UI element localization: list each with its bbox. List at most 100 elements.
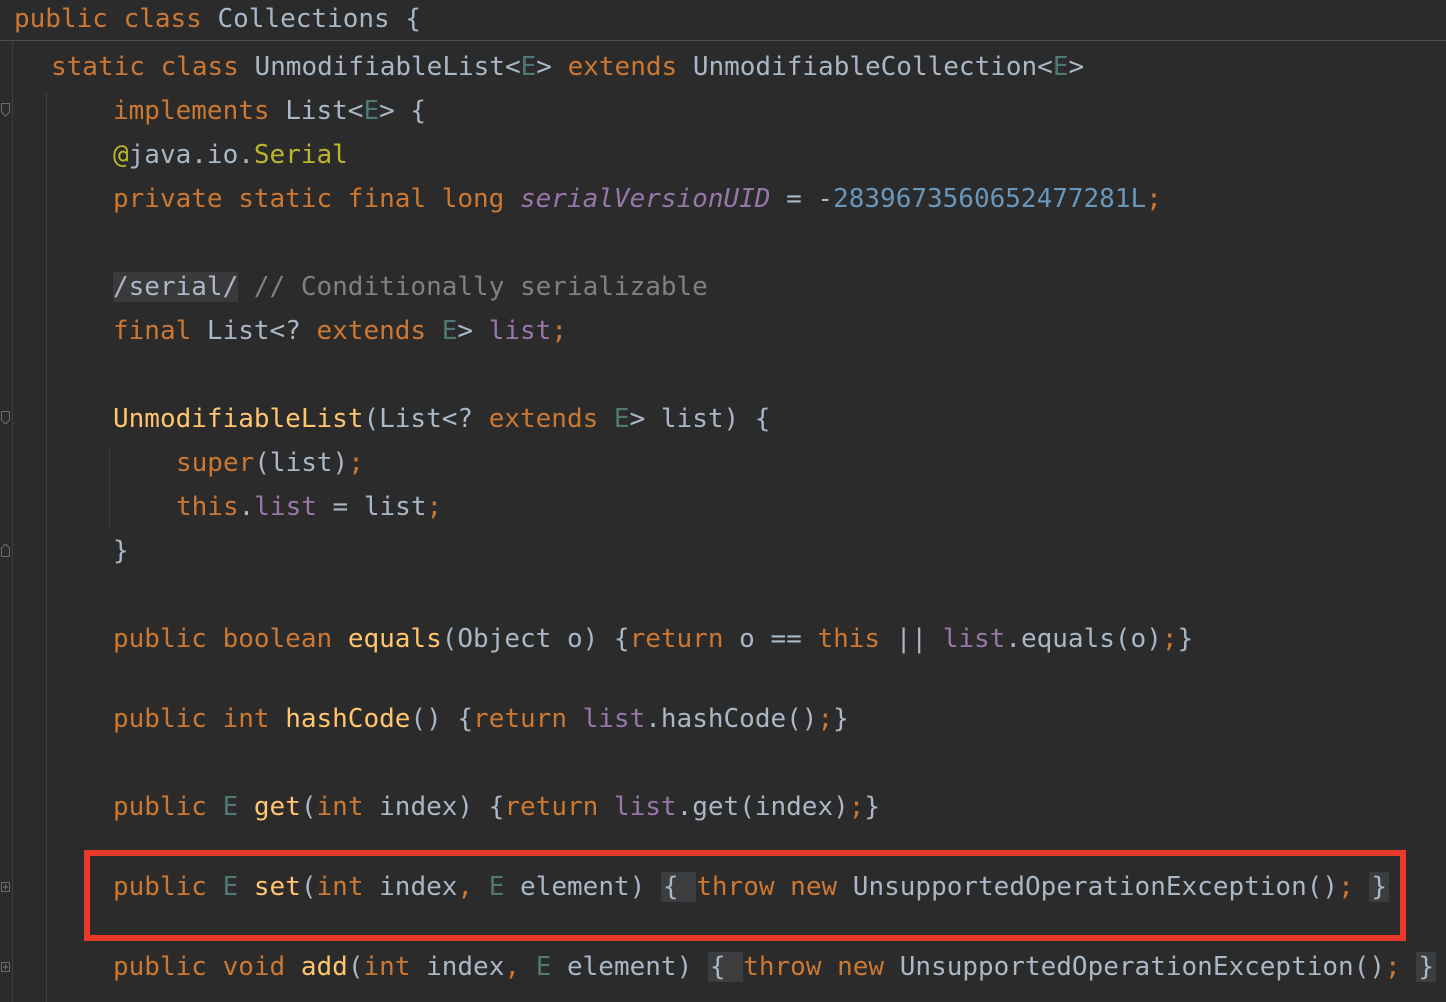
code-token: throw new: [743, 952, 900, 982]
code-token: list: [582, 704, 646, 734]
code-token: (List<?: [363, 404, 489, 434]
code-token: = list: [316, 492, 427, 522]
code-token: E: [1052, 52, 1069, 82]
code-token: .hashCode(): [645, 704, 818, 734]
code-line[interactable]: private static final long serialVersionU…: [113, 184, 1162, 214]
code-token: ;: [1385, 952, 1417, 982]
code-token: .: [238, 492, 255, 522]
fold-marker-icon[interactable]: [1, 103, 10, 117]
code-token: ;: [1161, 624, 1178, 654]
sticky-header-separator: [0, 40, 1446, 41]
fold-expand-icon[interactable]: [1, 880, 10, 894]
code-token: }: [864, 792, 881, 822]
code-token: hashCode: [285, 704, 411, 734]
code-token: E: [222, 792, 254, 822]
code-token: o ==: [739, 624, 818, 654]
code-token: get: [253, 792, 301, 822]
code-token: public: [113, 792, 223, 822]
code-token: }: [1416, 952, 1436, 982]
code-token: index: [426, 952, 505, 982]
fold-expand-icon[interactable]: [1, 960, 10, 974]
code-token: UnsupportedOperationException(): [899, 952, 1386, 982]
code-token: @: [113, 140, 129, 170]
code-token: UnmodifiableCollection<: [692, 52, 1053, 82]
code-token: int: [363, 952, 427, 982]
code-token: }: [1177, 624, 1194, 654]
code-token: list: [254, 492, 317, 522]
code-token: extends: [488, 404, 614, 434]
code-token: list: [613, 792, 677, 822]
code-token: >: [536, 52, 568, 82]
code-token: (Object o) {: [441, 624, 630, 654]
code-token: this: [817, 624, 881, 654]
code-token: public void: [113, 952, 301, 982]
code-token: // Conditionally serializable: [238, 272, 708, 302]
code-token: 2839673560652477281L: [833, 184, 1147, 214]
code-token: (: [347, 952, 364, 982]
indent-guide: [109, 447, 110, 527]
code-token: /serial/: [113, 272, 239, 302]
code-line[interactable]: }: [113, 536, 129, 566]
code-token: list: [488, 316, 552, 346]
code-token: List<: [285, 96, 364, 126]
code-token: UnmodifiableList: [113, 404, 364, 434]
code-token: ||: [880, 624, 943, 654]
gutter-border: [12, 42, 13, 1002]
code-token: ;: [1146, 184, 1162, 214]
code-token: >: [457, 316, 489, 346]
code-token: return: [629, 624, 740, 654]
code-line[interactable]: super(list);: [176, 448, 364, 478]
code-token: list: [942, 624, 1006, 654]
highlight-box: [84, 850, 1406, 941]
code-token: extends: [567, 52, 693, 82]
fold-marker-icon[interactable]: [1, 411, 10, 425]
code-line[interactable]: final List<? extends E> list;: [113, 316, 567, 346]
code-token: final: [113, 316, 207, 346]
editor-gutter: [0, 0, 12, 1002]
code-line[interactable]: public boolean equals(Object o) {return …: [113, 624, 1193, 654]
code-token: index) {: [379, 792, 505, 822]
code-line[interactable]: public void add(int index, E element) { …: [113, 952, 1436, 982]
code-token: Serial: [253, 140, 348, 170]
code-token: ;: [348, 448, 364, 478]
code-token: ;: [551, 316, 567, 346]
code-token: static class: [51, 52, 255, 82]
code-token: UnmodifiableList<: [254, 52, 521, 82]
code-token: > {: [379, 96, 427, 126]
code-token: java.io.: [128, 140, 254, 170]
code-line[interactable]: this.list = list;: [176, 492, 442, 522]
code-token: (: [300, 792, 317, 822]
code-line[interactable]: static class UnmodifiableList<E> extends…: [51, 52, 1084, 82]
code-line[interactable]: public E get(int index) {return list.get…: [113, 792, 880, 822]
code-token: E: [613, 404, 630, 434]
fold-end-marker-icon[interactable]: [1, 543, 10, 557]
code-token: >: [1068, 52, 1085, 82]
code-token: ;: [848, 792, 865, 822]
code-line[interactable]: implements List<E> {: [113, 96, 426, 126]
code-token: (list): [254, 448, 349, 478]
code-token: public int: [113, 704, 286, 734]
code-token: private static final long: [113, 184, 520, 214]
code-line[interactable]: public int hashCode() {return list.hashC…: [113, 704, 849, 734]
code-token: super: [176, 448, 255, 478]
code-token: ;: [426, 492, 443, 522]
code-token: add: [300, 952, 348, 982]
indent-guide: [46, 92, 47, 1002]
code-token: return: [504, 792, 614, 822]
code-token: int: [316, 792, 380, 822]
code-token: .equals(o): [1005, 624, 1162, 654]
code-token: equals: [347, 624, 442, 654]
code-token: implements: [113, 96, 286, 126]
code-token: return: [473, 704, 583, 734]
code-token: public boolean: [113, 624, 348, 654]
code-token: }: [833, 704, 849, 734]
code-token: > list) {: [629, 404, 771, 434]
code-line[interactable]: public class Collections {: [14, 4, 421, 34]
code-line[interactable]: /serial/ // Conditionally serializable: [113, 272, 708, 302]
code-token: {: [707, 952, 744, 982]
code-token: }: [113, 536, 129, 566]
code-token: ;: [817, 704, 834, 734]
code-token: Collections {: [217, 4, 422, 34]
code-line[interactable]: UnmodifiableList(List<? extends E> list)…: [113, 404, 770, 434]
code-line[interactable]: @java.io.Serial: [113, 140, 348, 170]
